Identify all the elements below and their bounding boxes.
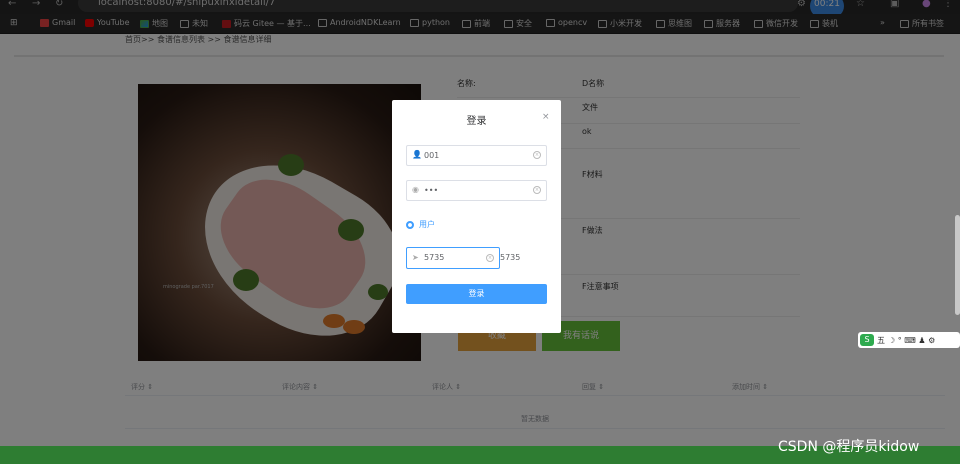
clear-icon[interactable]: × [533, 151, 541, 159]
send-icon: ➤ [412, 253, 419, 262]
user-icon: 👤 [412, 150, 422, 159]
captcha-input[interactable]: ➤ 5735 × [406, 247, 500, 269]
scrollbar[interactable] [955, 215, 960, 315]
login-button[interactable]: 登录 [406, 284, 547, 304]
clear-icon[interactable]: × [486, 254, 494, 262]
login-dialog: 登录 × 👤 001 × ◉ ••• × 用户 ➤ 5735 × 5735 登录 [392, 100, 561, 333]
captcha-value: 5735 [424, 253, 445, 262]
password-value: ••• [424, 186, 439, 195]
sogou-s-icon: S [860, 334, 874, 346]
password-field[interactable]: ◉ ••• × [406, 180, 547, 201]
role-label: 用户 [419, 220, 435, 229]
close-icon[interactable]: × [542, 112, 550, 122]
eye-icon: ◉ [412, 185, 419, 194]
captcha-code[interactable]: 5735 [500, 253, 520, 262]
ime-toolbar[interactable]: S 五 ☽ ° ⌨ ♟ ⚙ [858, 332, 960, 348]
ime-mode-label[interactable]: 五 [877, 335, 885, 346]
ime-tool-icons[interactable]: ☽ ° ⌨ ♟ ⚙ [888, 336, 935, 345]
username-field[interactable]: 👤 001 × [406, 145, 547, 166]
radio-dot [406, 220, 414, 229]
username-value: 001 [424, 151, 440, 160]
clear-icon[interactable]: × [533, 186, 541, 194]
dialog-title: 登录 [466, 116, 487, 127]
csdn-watermark: CSDN @程序员kidow [778, 439, 920, 455]
role-radio-user[interactable]: 用户 [406, 219, 435, 230]
